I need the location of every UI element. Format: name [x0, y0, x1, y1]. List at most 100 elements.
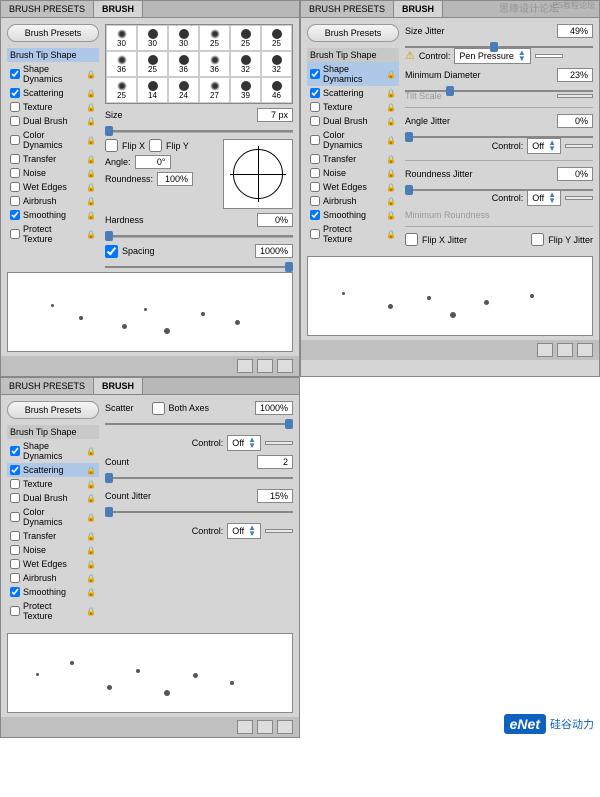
count-slider[interactable]	[105, 473, 293, 485]
lock-icon[interactable]: 🔒	[86, 155, 96, 164]
lock-icon[interactable]: 🔒	[86, 494, 96, 503]
angle-value[interactable]: 0°	[135, 155, 171, 169]
flip-y-checkbox[interactable]	[149, 139, 162, 152]
sidebar-brush-tip-shape[interactable]: Brush Tip Shape	[7, 425, 99, 439]
lock-icon[interactable]: 🔒	[86, 532, 96, 541]
sidebar-item-color-dynamics[interactable]: Color Dynamics🔒	[7, 505, 99, 529]
lock-icon[interactable]: 🔒	[86, 70, 96, 79]
new-brush-button[interactable]	[257, 720, 273, 734]
lock-icon[interactable]: 🔒	[86, 89, 96, 98]
lock-icon[interactable]: 🔒	[386, 155, 396, 164]
flip-x-checkbox[interactable]	[105, 139, 118, 152]
lock-icon[interactable]: 🔒	[86, 560, 96, 569]
lock-icon[interactable]: 🔒	[86, 103, 96, 112]
lock-icon[interactable]: 🔒	[86, 588, 96, 597]
brush-preset-14[interactable]: 14	[137, 77, 168, 103]
sidebar-item-smoothing[interactable]: Smoothing🔒	[307, 208, 399, 222]
flip-y-jitter-checkbox[interactable]	[531, 233, 544, 246]
brush-preset-30[interactable]: 30	[106, 25, 137, 51]
sidebar-item-protect-texture[interactable]: Protect Texture🔒	[307, 222, 399, 246]
brush-preset-25[interactable]: 25	[230, 25, 261, 51]
brush-preset-46[interactable]: 46	[261, 77, 292, 103]
brush-preset-30[interactable]: 30	[137, 25, 168, 51]
new-brush-button[interactable]	[557, 343, 573, 357]
sidebar-item-transfer[interactable]: Transfer🔒	[7, 152, 99, 166]
roundness-value[interactable]: 100%	[157, 172, 193, 186]
lock-icon[interactable]: 🔒	[86, 183, 96, 192]
lock-icon[interactable]: 🔒	[386, 183, 396, 192]
sidebar-item-protect-texture[interactable]: Protect Texture🔒	[7, 222, 99, 246]
tab-brush[interactable]: BRUSH	[94, 1, 143, 17]
sidebar-item-color-dynamics[interactable]: Color Dynamics🔒	[7, 128, 99, 152]
spacing-checkbox[interactable]	[105, 245, 118, 258]
toggle-preview-button[interactable]	[237, 720, 253, 734]
lock-icon[interactable]: 🔒	[86, 117, 96, 126]
scatter-slider[interactable]	[105, 419, 293, 431]
sidebar-item-shape-dynamics[interactable]: Shape Dynamics🔒	[7, 439, 99, 463]
delete-brush-button[interactable]	[577, 343, 593, 357]
lock-icon[interactable]: 🔒	[86, 574, 96, 583]
lock-icon[interactable]: 🔒	[386, 197, 396, 206]
sidebar-item-noise[interactable]: Noise🔒	[7, 543, 99, 557]
brush-presets-button[interactable]: Brush Presets	[307, 24, 399, 42]
lock-icon[interactable]: 🔒	[386, 70, 396, 79]
tab-presets[interactable]: BRUSH PRESETS	[301, 1, 394, 17]
roundness-control-select[interactable]: Off▲▼	[527, 190, 561, 206]
lock-icon[interactable]: 🔒	[386, 136, 396, 145]
lock-icon[interactable]: 🔒	[86, 136, 96, 145]
sidebar-item-shape-dynamics[interactable]: Shape Dynamics🔒	[7, 62, 99, 86]
brush-preset-27[interactable]: 27	[199, 77, 230, 103]
toggle-preview-button[interactable]	[537, 343, 553, 357]
sidebar-item-airbrush[interactable]: Airbrush🔒	[307, 194, 399, 208]
delete-brush-button[interactable]	[277, 720, 293, 734]
brush-preset-24[interactable]: 24	[168, 77, 199, 103]
sidebar-item-airbrush[interactable]: Airbrush🔒	[7, 194, 99, 208]
brush-preset-25[interactable]: 25	[199, 25, 230, 51]
sidebar-item-wet-edges[interactable]: Wet Edges🔒	[7, 180, 99, 194]
spacing-value[interactable]: 1000%	[255, 244, 293, 258]
tab-presets[interactable]: BRUSH PRESETS	[1, 378, 94, 394]
tab-brush[interactable]: BRUSH	[394, 1, 443, 17]
brush-preset-30[interactable]: 30	[168, 25, 199, 51]
sidebar-item-dual-brush[interactable]: Dual Brush🔒	[307, 114, 399, 128]
sidebar-item-texture[interactable]: Texture🔒	[307, 100, 399, 114]
sidebar-item-shape-dynamics[interactable]: Shape Dynamics🔒	[307, 62, 399, 86]
lock-icon[interactable]: 🔒	[86, 230, 96, 239]
new-brush-button[interactable]	[257, 359, 273, 373]
lock-icon[interactable]: 🔒	[386, 89, 396, 98]
sidebar-item-transfer[interactable]: Transfer🔒	[7, 529, 99, 543]
tab-brush[interactable]: BRUSH	[94, 378, 143, 394]
sidebar-item-airbrush[interactable]: Airbrush🔒	[7, 571, 99, 585]
sidebar-brush-tip-shape[interactable]: Brush Tip Shape	[7, 48, 99, 62]
sidebar-item-noise[interactable]: Noise🔒	[307, 166, 399, 180]
toggle-preview-button[interactable]	[237, 359, 253, 373]
lock-icon[interactable]: 🔒	[86, 211, 96, 220]
angle-control-select[interactable]: Off▲▼	[527, 138, 561, 154]
count-jitter-value[interactable]: 15%	[257, 489, 293, 503]
sidebar-brush-tip-shape[interactable]: Brush Tip Shape	[307, 48, 399, 62]
flip-x-jitter-checkbox[interactable]	[405, 233, 418, 246]
brush-preset-grid[interactable]: 303030252525362536363232251424273946	[105, 24, 293, 104]
scatter-value[interactable]: 1000%	[255, 401, 293, 415]
both-axes-checkbox[interactable]	[152, 402, 165, 415]
delete-brush-button[interactable]	[277, 359, 293, 373]
size-jitter-slider[interactable]	[405, 42, 593, 44]
sidebar-item-transfer[interactable]: Transfer🔒	[307, 152, 399, 166]
angle-roundness-widget[interactable]	[223, 139, 293, 209]
count-jitter-control-select[interactable]: Off▲▼	[227, 523, 261, 539]
roundness-jitter-value[interactable]: 0%	[557, 167, 593, 181]
sidebar-item-scattering[interactable]: Scattering🔒	[7, 86, 99, 100]
lock-icon[interactable]: 🔒	[386, 103, 396, 112]
sidebar-item-scattering[interactable]: Scattering🔒	[7, 463, 99, 477]
size-jitter-value[interactable]: 49%	[557, 24, 593, 38]
lock-icon[interactable]: 🔒	[86, 513, 96, 522]
lock-icon[interactable]: 🔒	[86, 546, 96, 555]
sidebar-item-wet-edges[interactable]: Wet Edges🔒	[307, 180, 399, 194]
lock-icon[interactable]: 🔒	[86, 197, 96, 206]
roundness-jitter-slider[interactable]	[405, 185, 593, 187]
sidebar-item-noise[interactable]: Noise🔒	[7, 166, 99, 180]
sidebar-item-wet-edges[interactable]: Wet Edges🔒	[7, 557, 99, 571]
lock-icon[interactable]: 🔒	[386, 169, 396, 178]
sidebar-item-scattering[interactable]: Scattering🔒	[307, 86, 399, 100]
brush-preset-32[interactable]: 32	[230, 51, 261, 77]
